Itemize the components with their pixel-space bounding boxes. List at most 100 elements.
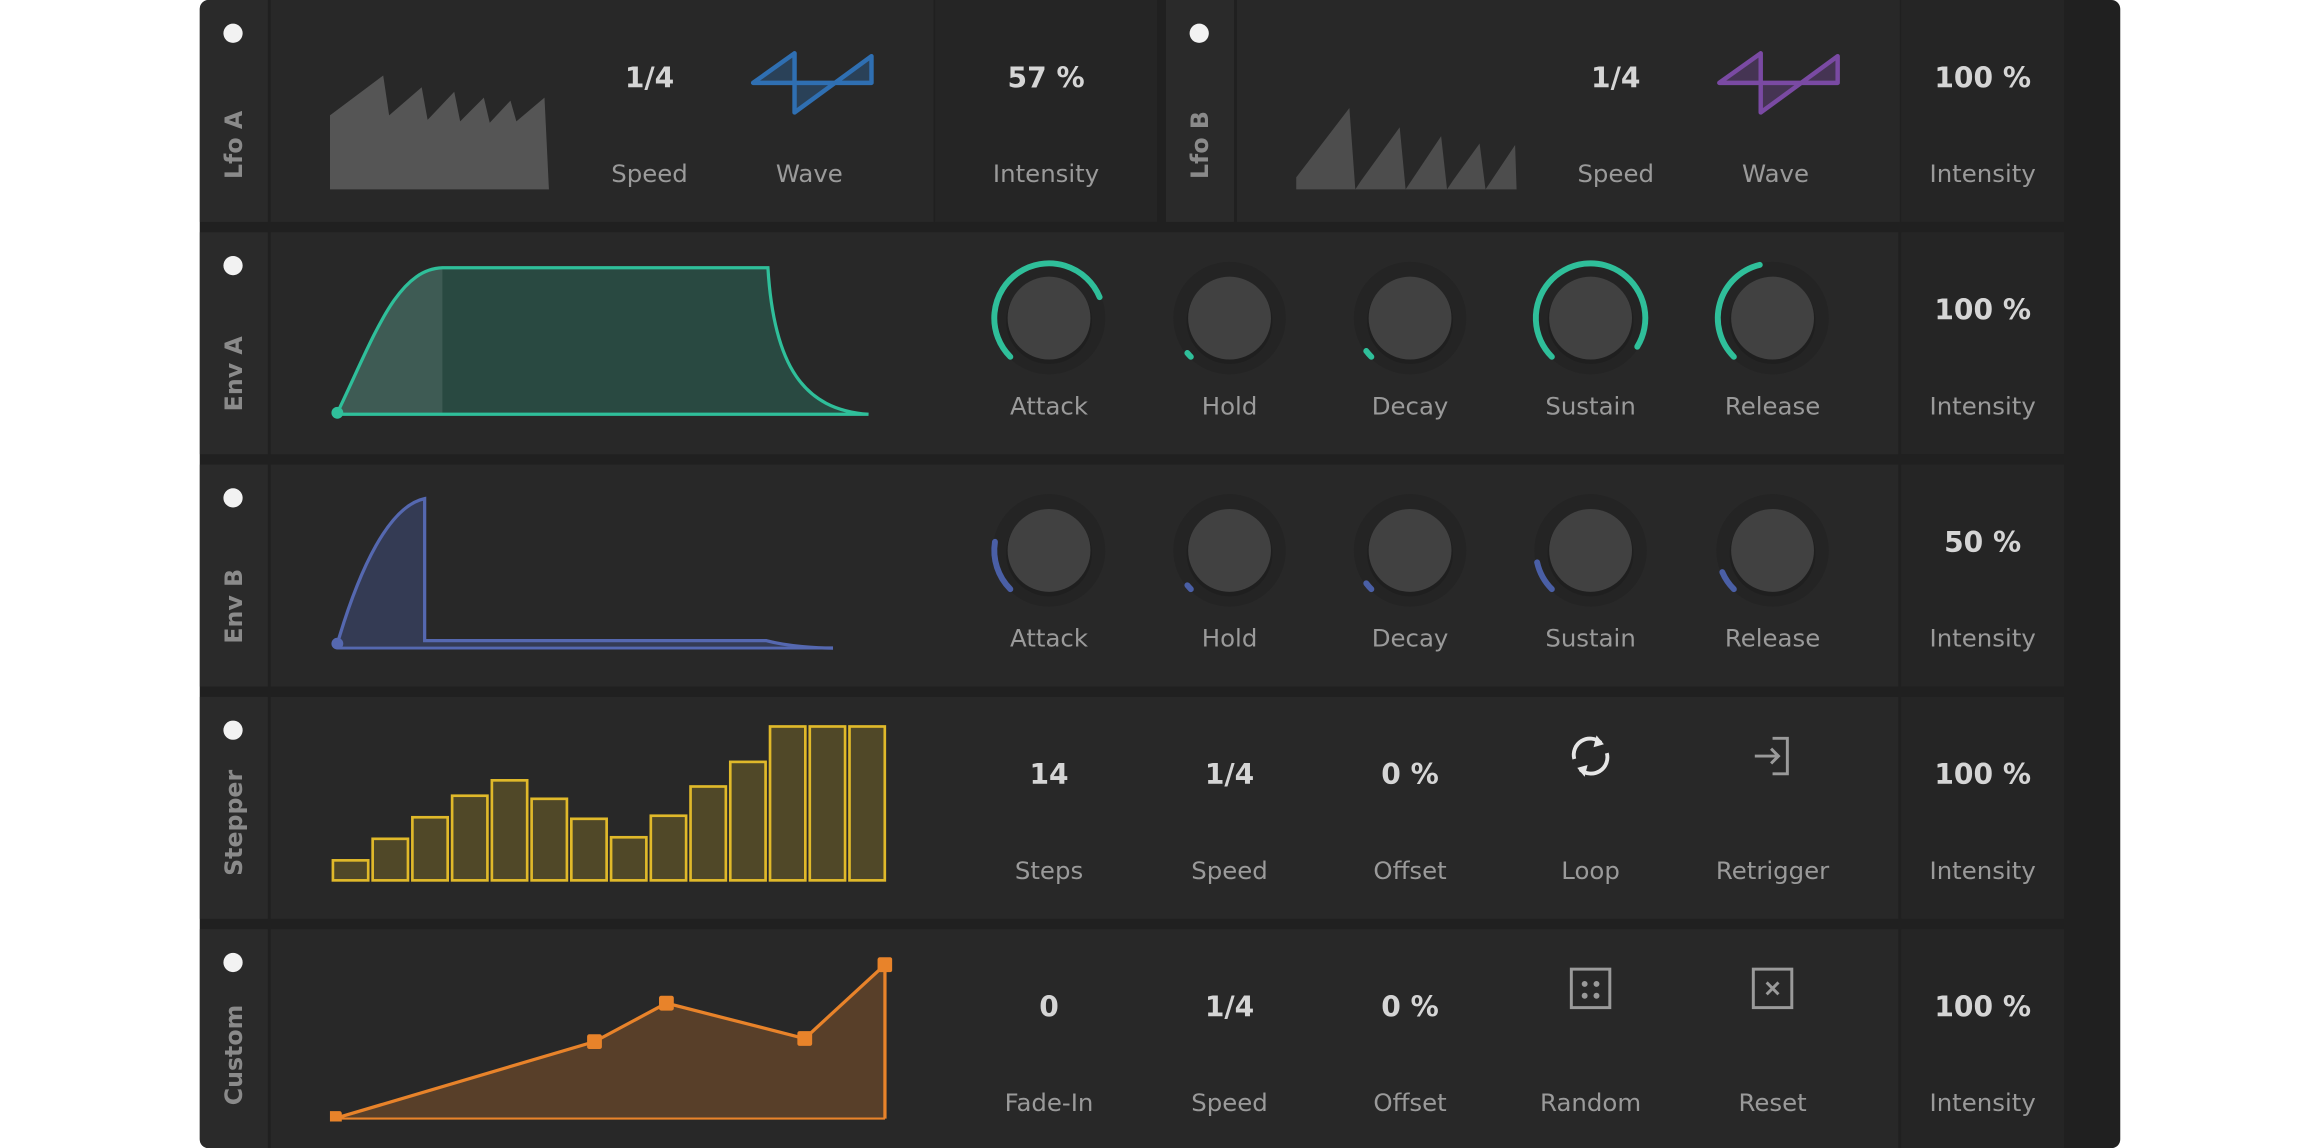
knob-graphic xyxy=(1532,260,1649,375)
custom-enable-toggle[interactable] xyxy=(223,952,243,973)
stepper-bar[interactable] xyxy=(728,760,767,882)
env-b-knob-3[interactable]: Sustain xyxy=(1509,465,1672,687)
curve-point-handle[interactable] xyxy=(587,1034,602,1050)
env-b-knob-1[interactable]: Hold xyxy=(1148,465,1311,687)
stepper-bar[interactable] xyxy=(649,814,688,882)
stepper-retrigger-label: Retrigger xyxy=(1715,856,1830,885)
env-b-enable-toggle[interactable] xyxy=(223,488,243,508)
retrigger-icon[interactable] xyxy=(1743,726,1802,785)
env-b-decay-knob[interactable] xyxy=(1348,488,1472,612)
custom-fadein[interactable]: 0 Fade-In xyxy=(968,929,1131,1148)
custom-reset[interactable]: Reset xyxy=(1691,929,1854,1148)
lfo-b-speed[interactable]: 1/4 Speed xyxy=(1534,0,1697,222)
stepper-offset-value: 0 % xyxy=(1381,759,1439,792)
reset-x-icon[interactable] xyxy=(1743,959,1802,1018)
lfo-b-intensity[interactable]: 100 % Intensity xyxy=(1901,0,2065,222)
env-b-release-label: Release xyxy=(1724,624,1821,653)
env-a-knob-0[interactable]: Attack xyxy=(968,232,1131,454)
lfo-b-shape-display[interactable] xyxy=(1296,104,1518,193)
env-a-intensity-label: Intensity xyxy=(1929,392,2036,421)
dice-icon[interactable] xyxy=(1561,959,1620,1018)
stepper-bar[interactable] xyxy=(530,797,569,882)
curve-point-handle[interactable] xyxy=(877,957,893,973)
lfo-a-shape-display[interactable] xyxy=(329,68,552,192)
lfo-a-wave[interactable]: Wave xyxy=(728,0,891,222)
lfo-a-speed-label: Speed xyxy=(611,159,688,188)
env-a-intensity-value: 100 % xyxy=(1934,294,2031,327)
env-a-intensity[interactable]: 100 % Intensity xyxy=(1901,232,2065,455)
stepper-side: Stepper xyxy=(199,696,268,919)
env-a-curve-display[interactable] xyxy=(330,262,877,425)
custom-offset[interactable]: 0 % Offset xyxy=(1329,929,1492,1148)
env-b-release-knob[interactable] xyxy=(1710,488,1834,612)
env-a-knob-2[interactable]: Decay xyxy=(1329,232,1492,454)
custom-random[interactable]: Random xyxy=(1509,929,1672,1148)
env-b-curve-display[interactable] xyxy=(330,494,877,657)
stepper-bar[interactable] xyxy=(848,725,887,882)
custom-reset-label: Reset xyxy=(1738,1088,1807,1118)
env-b-hold-knob[interactable] xyxy=(1167,488,1291,612)
stepper-intensity-label: Intensity xyxy=(1929,856,2036,885)
lfo-b-wave[interactable]: Wave xyxy=(1694,0,1857,222)
env-b-knob-2[interactable]: Decay xyxy=(1329,465,1492,687)
stepper-speed[interactable]: 1/4 Speed xyxy=(1148,697,1311,919)
custom-row: Custom 0 Fade-In 1/4 Speed 0 % Offset Ra… xyxy=(199,929,2121,1148)
stepper-steps[interactable]: 14 Steps xyxy=(968,697,1131,919)
knob-arc xyxy=(1363,580,1375,593)
stepper-loop[interactable]: Loop xyxy=(1509,697,1672,919)
env-a-knob-4[interactable]: Release xyxy=(1691,232,1854,454)
lfo-b-enable-toggle[interactable] xyxy=(1189,23,1209,43)
custom-speed-label: Speed xyxy=(1191,1088,1268,1118)
env-a-row: Env A Attack Hold Decay Sustain Release … xyxy=(199,232,2121,455)
lfo-a-intensity-label: Intensity xyxy=(992,159,1100,188)
knob-graphic xyxy=(1173,261,1286,375)
custom-intensity-label: Intensity xyxy=(1929,1088,2036,1118)
env-b-sustain-knob[interactable] xyxy=(1528,488,1652,612)
stepper-intensity[interactable]: 100 % Intensity xyxy=(1901,696,2065,919)
curve-point-handle[interactable] xyxy=(797,1031,813,1046)
stepper-bar[interactable] xyxy=(689,785,728,882)
stepper-bar[interactable] xyxy=(411,815,450,882)
stepper-bar[interactable] xyxy=(570,817,608,882)
lfo-a-enable-toggle[interactable] xyxy=(223,23,243,43)
stepper-bar[interactable] xyxy=(808,725,847,882)
lfo-a-speed[interactable]: 1/4 Speed xyxy=(568,0,731,222)
env-a-decay-knob[interactable] xyxy=(1348,256,1472,380)
stepper-bar[interactable] xyxy=(450,794,489,882)
curve-point-handle[interactable] xyxy=(659,995,674,1011)
knob-arc xyxy=(1184,350,1194,360)
lfo-a-main: 1/4 Speed Wave xyxy=(270,0,934,222)
stepper-bar[interactable] xyxy=(371,837,410,882)
stepper-bar[interactable] xyxy=(331,859,370,882)
custom-speed[interactable]: 1/4 Speed xyxy=(1148,929,1311,1148)
custom-curve-display[interactable] xyxy=(329,956,893,1122)
stepper-offset[interactable]: 0 % Offset xyxy=(1329,697,1492,919)
env-b-hold-label: Hold xyxy=(1201,624,1258,653)
loop-icon[interactable] xyxy=(1561,726,1620,785)
stepper-bar[interactable] xyxy=(768,725,807,882)
env-a-title: Env A xyxy=(219,336,248,412)
env-b-knob-4[interactable]: Release xyxy=(1691,465,1854,687)
env-b-attack-knob[interactable] xyxy=(987,488,1111,612)
lfo-a-intensity[interactable]: 57 % Intensity xyxy=(935,0,1158,222)
env-b-intensity[interactable]: 50 % Intensity xyxy=(1901,464,2065,687)
env-a-knob-1[interactable]: Hold xyxy=(1148,232,1311,454)
env-a-knob-3[interactable]: Sustain xyxy=(1509,232,1672,454)
modulator-panel: Lfo A 1/4 Speed Wave 57 % Intensity Lfo xyxy=(199,0,2121,1148)
env-a-release-knob[interactable] xyxy=(1710,256,1834,380)
env-a-attack-knob[interactable] xyxy=(987,256,1111,380)
env-b-knob-0[interactable]: Attack xyxy=(968,465,1131,687)
stepper-retrigger[interactable]: Retrigger xyxy=(1691,697,1854,919)
stepper-bar[interactable] xyxy=(490,779,529,882)
stepper-enable-toggle[interactable] xyxy=(223,720,243,740)
stepper-bar[interactable] xyxy=(609,835,648,882)
env-a-sustain-knob[interactable] xyxy=(1528,256,1652,380)
knob-graphic xyxy=(991,494,1106,607)
stepper-bars-display[interactable] xyxy=(330,724,892,887)
env-a-enable-toggle[interactable] xyxy=(223,255,243,276)
env-b-side: Env B xyxy=(199,464,268,687)
curve-point-handle[interactable] xyxy=(329,1111,342,1122)
stepper-speed-value: 1/4 xyxy=(1204,759,1255,792)
env-a-hold-knob[interactable] xyxy=(1167,256,1291,380)
custom-intensity[interactable]: 100 % Intensity xyxy=(1901,929,2065,1148)
